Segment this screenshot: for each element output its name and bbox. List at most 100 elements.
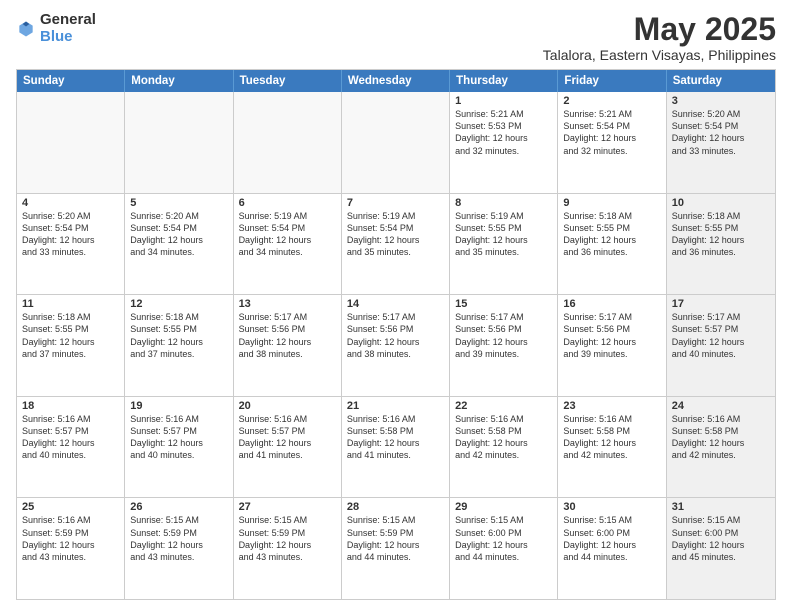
day-number: 10	[672, 197, 770, 209]
logo-icon	[16, 19, 36, 39]
day-info: Sunrise: 5:18 AM Sunset: 5:55 PM Dayligh…	[130, 311, 227, 360]
day-number: 8	[455, 197, 552, 209]
calendar-row-2: 4Sunrise: 5:20 AM Sunset: 5:54 PM Daylig…	[17, 193, 775, 295]
weekday-header-tuesday: Tuesday	[234, 70, 342, 92]
day-number: 6	[239, 197, 336, 209]
day-number: 21	[347, 400, 444, 412]
day-number: 2	[563, 95, 660, 107]
calendar-row-4: 18Sunrise: 5:16 AM Sunset: 5:57 PM Dayli…	[17, 396, 775, 498]
weekday-header-friday: Friday	[558, 70, 666, 92]
main-title: May 2025	[543, 12, 776, 47]
day-number: 12	[130, 298, 227, 310]
day-info: Sunrise: 5:19 AM Sunset: 5:55 PM Dayligh…	[455, 210, 552, 259]
calendar-header: SundayMondayTuesdayWednesdayThursdayFrid…	[17, 70, 775, 92]
calendar-cell: 14Sunrise: 5:17 AM Sunset: 5:56 PM Dayli…	[342, 295, 450, 396]
title-block: May 2025 Talalora, Eastern Visayas, Phil…	[543, 12, 776, 63]
calendar-cell: 6Sunrise: 5:19 AM Sunset: 5:54 PM Daylig…	[234, 194, 342, 295]
day-number: 14	[347, 298, 444, 310]
day-info: Sunrise: 5:21 AM Sunset: 5:53 PM Dayligh…	[455, 108, 552, 157]
calendar-cell	[342, 92, 450, 193]
day-info: Sunrise: 5:16 AM Sunset: 5:58 PM Dayligh…	[347, 413, 444, 462]
calendar: SundayMondayTuesdayWednesdayThursdayFrid…	[16, 69, 776, 600]
day-number: 11	[22, 298, 119, 310]
calendar-cell: 26Sunrise: 5:15 AM Sunset: 5:59 PM Dayli…	[125, 498, 233, 599]
calendar-cell: 13Sunrise: 5:17 AM Sunset: 5:56 PM Dayli…	[234, 295, 342, 396]
weekday-header-wednesday: Wednesday	[342, 70, 450, 92]
day-info: Sunrise: 5:15 AM Sunset: 5:59 PM Dayligh…	[130, 514, 227, 563]
day-number: 13	[239, 298, 336, 310]
day-info: Sunrise: 5:15 AM Sunset: 6:00 PM Dayligh…	[563, 514, 660, 563]
calendar-cell: 18Sunrise: 5:16 AM Sunset: 5:57 PM Dayli…	[17, 397, 125, 498]
day-info: Sunrise: 5:17 AM Sunset: 5:56 PM Dayligh…	[347, 311, 444, 360]
calendar-cell: 28Sunrise: 5:15 AM Sunset: 5:59 PM Dayli…	[342, 498, 450, 599]
day-number: 1	[455, 95, 552, 107]
calendar-cell: 16Sunrise: 5:17 AM Sunset: 5:56 PM Dayli…	[558, 295, 666, 396]
day-info: Sunrise: 5:17 AM Sunset: 5:57 PM Dayligh…	[672, 311, 770, 360]
calendar-cell: 8Sunrise: 5:19 AM Sunset: 5:55 PM Daylig…	[450, 194, 558, 295]
day-info: Sunrise: 5:17 AM Sunset: 5:56 PM Dayligh…	[455, 311, 552, 360]
day-info: Sunrise: 5:18 AM Sunset: 5:55 PM Dayligh…	[672, 210, 770, 259]
calendar-cell: 23Sunrise: 5:16 AM Sunset: 5:58 PM Dayli…	[558, 397, 666, 498]
day-info: Sunrise: 5:19 AM Sunset: 5:54 PM Dayligh…	[347, 210, 444, 259]
logo-blue-text: Blue	[40, 29, 96, 46]
calendar-cell: 12Sunrise: 5:18 AM Sunset: 5:55 PM Dayli…	[125, 295, 233, 396]
day-number: 16	[563, 298, 660, 310]
day-number: 27	[239, 501, 336, 513]
day-info: Sunrise: 5:16 AM Sunset: 5:58 PM Dayligh…	[672, 413, 770, 462]
calendar-cell: 24Sunrise: 5:16 AM Sunset: 5:58 PM Dayli…	[667, 397, 775, 498]
day-number: 31	[672, 501, 770, 513]
header: General Blue May 2025 Talalora, Eastern …	[16, 12, 776, 63]
calendar-cell: 21Sunrise: 5:16 AM Sunset: 5:58 PM Dayli…	[342, 397, 450, 498]
calendar-cell	[125, 92, 233, 193]
calendar-cell: 2Sunrise: 5:21 AM Sunset: 5:54 PM Daylig…	[558, 92, 666, 193]
logo: General Blue	[16, 12, 96, 45]
day-info: Sunrise: 5:16 AM Sunset: 5:58 PM Dayligh…	[563, 413, 660, 462]
calendar-cell: 4Sunrise: 5:20 AM Sunset: 5:54 PM Daylig…	[17, 194, 125, 295]
calendar-cell: 17Sunrise: 5:17 AM Sunset: 5:57 PM Dayli…	[667, 295, 775, 396]
calendar-cell: 7Sunrise: 5:19 AM Sunset: 5:54 PM Daylig…	[342, 194, 450, 295]
day-number: 28	[347, 501, 444, 513]
day-info: Sunrise: 5:16 AM Sunset: 5:57 PM Dayligh…	[22, 413, 119, 462]
day-number: 19	[130, 400, 227, 412]
calendar-cell: 9Sunrise: 5:18 AM Sunset: 5:55 PM Daylig…	[558, 194, 666, 295]
day-number: 18	[22, 400, 119, 412]
day-info: Sunrise: 5:16 AM Sunset: 5:59 PM Dayligh…	[22, 514, 119, 563]
calendar-body: 1Sunrise: 5:21 AM Sunset: 5:53 PM Daylig…	[17, 92, 775, 599]
day-info: Sunrise: 5:18 AM Sunset: 5:55 PM Dayligh…	[563, 210, 660, 259]
calendar-cell: 20Sunrise: 5:16 AM Sunset: 5:57 PM Dayli…	[234, 397, 342, 498]
day-info: Sunrise: 5:18 AM Sunset: 5:55 PM Dayligh…	[22, 311, 119, 360]
day-number: 25	[22, 501, 119, 513]
calendar-cell: 29Sunrise: 5:15 AM Sunset: 6:00 PM Dayli…	[450, 498, 558, 599]
day-info: Sunrise: 5:15 AM Sunset: 6:00 PM Dayligh…	[672, 514, 770, 563]
subtitle: Talalora, Eastern Visayas, Philippines	[543, 47, 776, 63]
day-number: 26	[130, 501, 227, 513]
calendar-cell: 19Sunrise: 5:16 AM Sunset: 5:57 PM Dayli…	[125, 397, 233, 498]
page: General Blue May 2025 Talalora, Eastern …	[0, 0, 792, 612]
calendar-cell: 27Sunrise: 5:15 AM Sunset: 5:59 PM Dayli…	[234, 498, 342, 599]
calendar-row-1: 1Sunrise: 5:21 AM Sunset: 5:53 PM Daylig…	[17, 92, 775, 193]
weekday-header-saturday: Saturday	[667, 70, 775, 92]
weekday-header-monday: Monday	[125, 70, 233, 92]
day-info: Sunrise: 5:20 AM Sunset: 5:54 PM Dayligh…	[130, 210, 227, 259]
day-info: Sunrise: 5:16 AM Sunset: 5:57 PM Dayligh…	[239, 413, 336, 462]
day-number: 24	[672, 400, 770, 412]
day-info: Sunrise: 5:19 AM Sunset: 5:54 PM Dayligh…	[239, 210, 336, 259]
calendar-cell	[234, 92, 342, 193]
calendar-cell: 30Sunrise: 5:15 AM Sunset: 6:00 PM Dayli…	[558, 498, 666, 599]
day-number: 20	[239, 400, 336, 412]
weekday-header-thursday: Thursday	[450, 70, 558, 92]
day-info: Sunrise: 5:16 AM Sunset: 5:58 PM Dayligh…	[455, 413, 552, 462]
day-info: Sunrise: 5:15 AM Sunset: 6:00 PM Dayligh…	[455, 514, 552, 563]
day-info: Sunrise: 5:15 AM Sunset: 5:59 PM Dayligh…	[347, 514, 444, 563]
calendar-cell: 10Sunrise: 5:18 AM Sunset: 5:55 PM Dayli…	[667, 194, 775, 295]
day-number: 23	[563, 400, 660, 412]
day-info: Sunrise: 5:20 AM Sunset: 5:54 PM Dayligh…	[672, 108, 770, 157]
day-number: 7	[347, 197, 444, 209]
day-number: 3	[672, 95, 770, 107]
day-info: Sunrise: 5:20 AM Sunset: 5:54 PM Dayligh…	[22, 210, 119, 259]
calendar-cell: 5Sunrise: 5:20 AM Sunset: 5:54 PM Daylig…	[125, 194, 233, 295]
calendar-cell: 25Sunrise: 5:16 AM Sunset: 5:59 PM Dayli…	[17, 498, 125, 599]
day-number: 17	[672, 298, 770, 310]
day-info: Sunrise: 5:17 AM Sunset: 5:56 PM Dayligh…	[563, 311, 660, 360]
day-info: Sunrise: 5:17 AM Sunset: 5:56 PM Dayligh…	[239, 311, 336, 360]
